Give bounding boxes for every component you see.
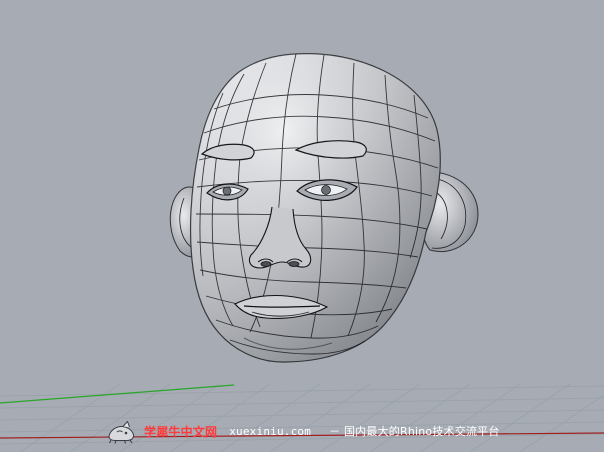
watermark-brand: 学犀牛中文网	[144, 424, 218, 439]
rhino-logo-icon	[108, 421, 135, 444]
y-axis-line	[0, 384, 235, 404]
watermark: 学犀牛中文网 xuexiniu.com － 国内最大的Rhino技术交流平台	[106, 417, 500, 445]
watermark-domain: xuexiniu.com	[229, 424, 312, 438]
viewport-scene	[0, 53, 604, 452]
perspective-viewport[interactable]: 学犀牛中文网 xuexiniu.com － 国内最大的Rhino技术交流平台	[0, 0, 604, 452]
watermark-tagline: － 国内最大的Rhino技术交流平台	[329, 425, 500, 438]
